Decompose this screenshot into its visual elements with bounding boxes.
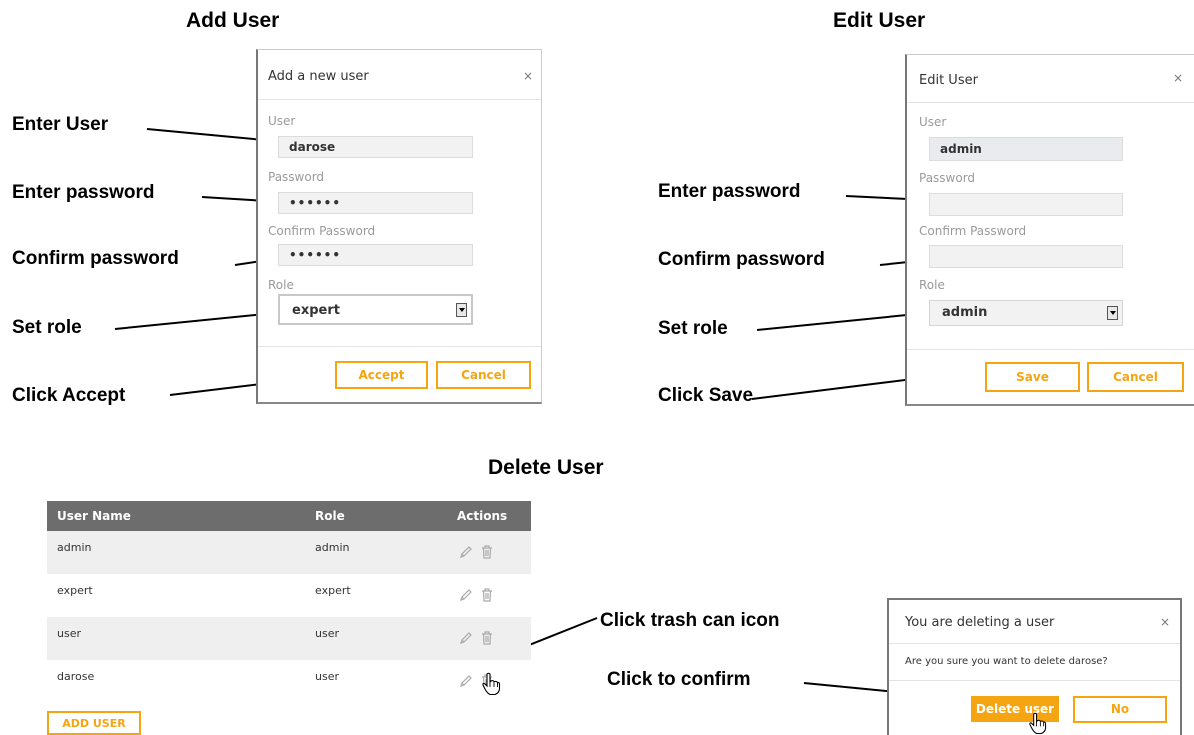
dialog-title: Add a new user (268, 69, 369, 84)
role-select[interactable]: admin (929, 300, 1123, 326)
table-row: user user (47, 617, 531, 660)
dialog-title: You are deleting a user (905, 615, 1055, 630)
annotation-enter-user: Enter User (12, 114, 109, 135)
annotation-edit-set-role: Set role (658, 318, 728, 339)
role-select-value: admin (942, 305, 988, 320)
confirm-password-label: Confirm Password (919, 224, 1027, 238)
dropdown-arrow-icon[interactable] (456, 303, 467, 317)
user-name-cell: darose (57, 670, 95, 683)
trash-icon[interactable] (481, 588, 493, 602)
dialog-footer-divider (258, 346, 541, 347)
hand-cursor-icon (482, 672, 501, 696)
close-icon[interactable]: × (1173, 72, 1183, 84)
user-input-value: darose (289, 140, 336, 154)
role-label: Role (919, 278, 945, 292)
user-name-cell: expert (57, 584, 93, 597)
trash-icon[interactable] (481, 631, 493, 645)
trash-icon[interactable] (481, 545, 493, 559)
user-input[interactable]: darose (278, 136, 473, 158)
password-label: Password (268, 170, 325, 184)
user-input-value: admin (940, 142, 982, 156)
password-input[interactable]: •••••• (278, 192, 473, 214)
cancel-button[interactable]: Cancel (436, 361, 531, 389)
hand-cursor-icon (1029, 712, 1047, 734)
close-icon[interactable]: × (1160, 616, 1170, 628)
role-cell: admin (315, 541, 350, 554)
close-icon[interactable]: × (523, 70, 533, 82)
role-select[interactable]: expert (278, 294, 473, 325)
annotation-click-trash: Click trash can icon (600, 610, 780, 631)
annotation-click-confirm: Click to confirm (607, 669, 751, 690)
user-label: User (919, 115, 947, 129)
confirm-password-input[interactable]: •••••• (278, 244, 473, 266)
annotation-click-save: Click Save (658, 385, 754, 406)
user-input[interactable]: admin (929, 137, 1123, 161)
dialog-footer-divider (907, 349, 1194, 350)
table-row: darose user (47, 660, 531, 703)
column-header-actions: Actions (457, 509, 508, 523)
dialog-footer-divider (889, 680, 1180, 681)
annotation-set-role: Set role (12, 317, 82, 338)
cancel-button[interactable]: Cancel (1087, 362, 1184, 392)
add-user-button[interactable]: ADD USER (47, 711, 141, 735)
confirm-password-input[interactable] (929, 245, 1123, 268)
pencil-icon[interactable] (459, 631, 473, 645)
confirm-password-input-value: •••••• (289, 248, 342, 262)
column-header-user-name: User Name (57, 509, 131, 523)
confirm-password-label: Confirm Password (268, 224, 376, 238)
add-user-dialog: Add a new user × User darose Password ••… (256, 49, 542, 404)
role-select-value: expert (292, 303, 340, 318)
edit-user-dialog: Edit User × User admin Password Confirm … (905, 54, 1194, 406)
column-header-role: Role (315, 509, 345, 523)
row-actions (459, 588, 499, 602)
user-table-header: User Name Role Actions (47, 501, 531, 531)
pencil-icon[interactable] (459, 674, 473, 688)
annotation-edit-confirm-password: Confirm password (658, 249, 825, 270)
save-button[interactable]: Save (985, 362, 1080, 392)
role-label: Role (268, 278, 294, 292)
pencil-icon[interactable] (459, 545, 473, 559)
role-cell: user (315, 670, 339, 683)
table-row: expert expert (47, 574, 531, 617)
dialog-title: Edit User (919, 73, 978, 88)
role-cell: user (315, 627, 339, 640)
annotation-confirm-password: Confirm password (12, 248, 179, 269)
row-actions (459, 545, 499, 559)
row-actions (459, 631, 499, 645)
user-name-cell: admin (57, 541, 92, 554)
pencil-icon[interactable] (459, 588, 473, 602)
table-row: admin admin (47, 531, 531, 574)
role-cell: expert (315, 584, 351, 597)
password-input-value: •••••• (289, 196, 342, 210)
confirm-message: Are you sure you want to delete darose? (905, 656, 1108, 667)
accept-button[interactable]: Accept (335, 361, 428, 389)
user-name-cell: user (57, 627, 81, 640)
password-label: Password (919, 171, 976, 185)
no-button[interactable]: No (1073, 696, 1167, 723)
user-label: User (268, 114, 296, 128)
annotation-enter-password: Enter password (12, 182, 155, 203)
annotation-click-accept: Click Accept (12, 385, 126, 406)
dropdown-arrow-icon[interactable] (1107, 306, 1118, 320)
annotation-edit-enter-password: Enter password (658, 181, 801, 202)
password-input[interactable] (929, 193, 1123, 216)
